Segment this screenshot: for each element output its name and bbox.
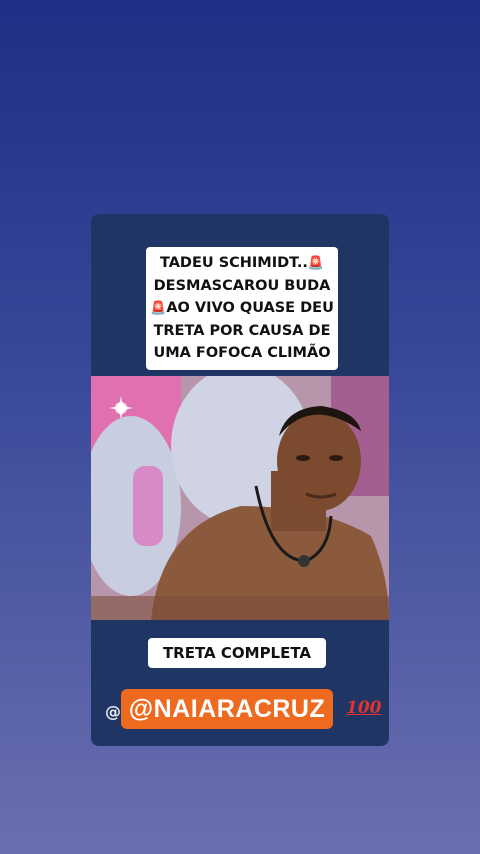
headline-line-2: DESMASCAROU BUDA — [153, 278, 331, 294]
hundred-points-icon: 100 — [346, 698, 382, 718]
headline-line-4: TRETA POR CAUSA DE — [153, 323, 331, 339]
headline-box: TADEU SCHIMIDT..🚨 DESMASCAROU BUDA 🚨AO V… — [146, 247, 338, 370]
siren-icon: 🚨 — [307, 256, 325, 271]
siren-icon: 🚨 — [150, 301, 167, 316]
headline-line-3: 🚨AO VIVO QUASE DEU — [150, 300, 334, 316]
video-frame[interactable] — [91, 376, 389, 620]
story-card: TADEU SCHIMIDT..🚨 DESMASCAROU BUDA 🚨AO V… — [91, 214, 389, 746]
mention-sticker[interactable]: @NAIARACRUZ — [121, 689, 333, 729]
at-symbol: @ — [105, 702, 121, 721]
treta-completa-button[interactable]: TRETA COMPLETA — [148, 638, 326, 668]
headline-line-1: TADEU SCHIMIDT..🚨 — [159, 255, 325, 271]
person-photo-illustration — [91, 376, 389, 620]
headline-line-5: UMA FOFOCA CLIMÃO — [153, 345, 331, 361]
